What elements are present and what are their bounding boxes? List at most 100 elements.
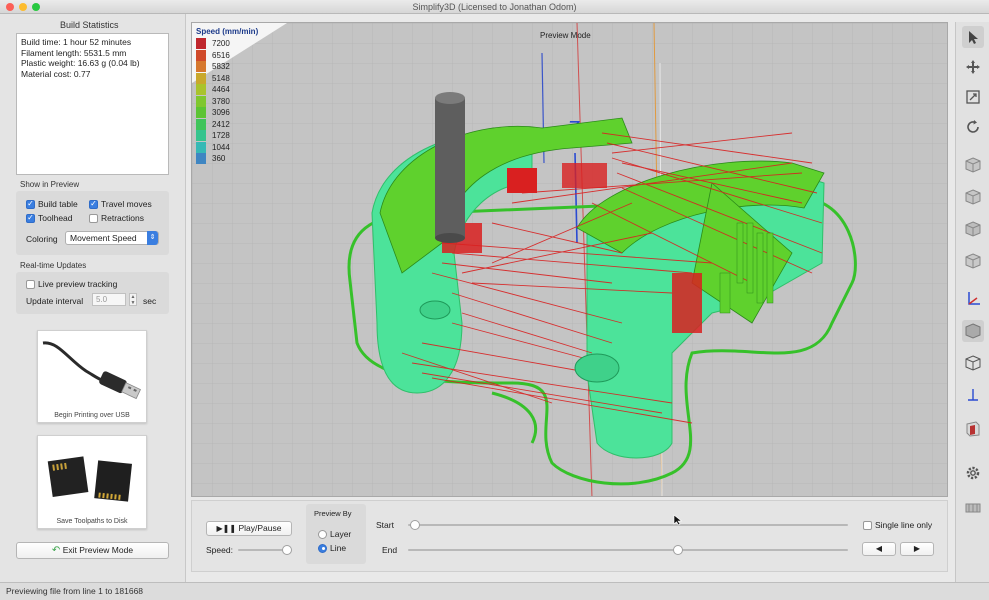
legend-row: 1728 — [196, 130, 258, 142]
check-icon: ✓ — [26, 213, 35, 223]
legend-swatch — [196, 61, 206, 73]
preview-by-group: Preview By Layer Line — [306, 504, 366, 564]
layer-radio[interactable]: Layer — [318, 529, 351, 539]
start-slider-knob[interactable] — [410, 520, 420, 530]
settings-button[interactable] — [962, 462, 984, 484]
show-in-preview-group: ✓ Build table ✓ Travel moves ✓ Toolhead Ret… — [16, 191, 169, 255]
scale-tool[interactable] — [962, 86, 984, 108]
stat-material-cost: Material cost: 0.77 — [21, 68, 91, 79]
cube-icon — [965, 157, 981, 173]
speed-legend: Speed (mm/min) 7200 6516 5832 5148 4464 3780 3… — [196, 27, 258, 165]
start-slider[interactable] — [408, 520, 848, 530]
legend-value: 3096 — [212, 108, 230, 118]
exit-preview-button[interactable]: ↶ Exit Preview Mode — [16, 542, 169, 559]
legend-swatch — [196, 107, 206, 119]
axes-toggle[interactable] — [962, 288, 984, 310]
speed-slider-knob[interactable] — [282, 545, 292, 555]
minimize-icon[interactable] — [19, 3, 27, 11]
title-bar: Simplify3D (Licensed to Jonathan Odom) — [0, 0, 989, 14]
live-tracking-checkbox[interactable]: Live preview tracking — [26, 279, 117, 289]
close-icon[interactable] — [6, 3, 14, 11]
build-stats-box: Build time: 1 hour 52 minutes Filament l… — [16, 33, 169, 175]
legend-value: 1728 — [212, 131, 230, 141]
legend-value: 7200 — [212, 39, 230, 49]
legend-row: 4464 — [196, 84, 258, 96]
scale-icon — [966, 90, 980, 104]
back-arrow-icon: ↶ — [51, 545, 61, 556]
legend-row: 3780 — [196, 95, 258, 108]
axes-icon — [968, 292, 980, 305]
app-window: Simplify3D (Licensed to Jonathan Odom) B… — [0, 0, 989, 600]
legend-swatch — [196, 95, 206, 107]
show-in-preview-title: Show in Preview — [20, 180, 80, 189]
legend-swatch — [196, 118, 206, 130]
legend-value: 5148 — [212, 73, 230, 83]
legend-title: Speed (mm/min) — [196, 27, 259, 36]
rotate-tool[interactable] — [962, 116, 984, 138]
cross-section-icon — [966, 421, 980, 437]
play-pause-button[interactable]: ▶❚❚ Play/Pause — [206, 521, 292, 536]
legend-row: 6516 — [196, 49, 258, 62]
toolhead-checkbox[interactable]: ✓ Toolhead — [26, 213, 73, 223]
legend-rows: 7200 6516 5832 5148 4464 3780 3096 2412 1728 1044… — [196, 38, 258, 165]
legend-swatch — [196, 141, 206, 153]
view-iso-button[interactable] — [962, 154, 984, 176]
retractions-checkbox[interactable]: Retractions — [89, 213, 144, 223]
play-pause-icon: ▶❚❚ — [216, 524, 237, 533]
legend-row: 3096 — [196, 107, 258, 119]
view-front-button[interactable] — [962, 186, 984, 208]
usb-cable-icon — [42, 341, 141, 400]
sd-card-icon — [47, 456, 132, 502]
build-plate-button[interactable] — [962, 496, 984, 518]
legend-row: 5832 — [196, 61, 258, 73]
start-label: Start — [376, 520, 394, 530]
legend-row: 7200 — [196, 38, 258, 50]
wireframe-view-toggle[interactable] — [962, 352, 984, 374]
cube-left-icon — [965, 221, 981, 237]
right-toolbar — [955, 22, 989, 582]
update-interval-input[interactable]: 5.0 — [92, 293, 126, 306]
move-tool[interactable] — [962, 56, 984, 78]
coloring-label: Coloring — [26, 234, 58, 244]
prev-step-button[interactable]: ◀ — [862, 542, 896, 556]
maximize-icon[interactable] — [32, 3, 40, 11]
interval-unit: sec — [143, 296, 157, 306]
interval-stepper[interactable]: ▲ ▼ — [129, 293, 137, 306]
end-slider-knob[interactable] — [673, 545, 683, 555]
gear-icon — [966, 466, 980, 480]
usb-card-caption: Begin Printing over USB — [54, 412, 130, 419]
next-step-button[interactable]: ▶ — [900, 542, 934, 556]
line-radio[interactable]: Line — [318, 543, 346, 553]
legend-value: 3780 — [212, 96, 230, 106]
solid-view-toggle[interactable] — [962, 320, 984, 342]
check-icon: ✓ — [26, 199, 35, 209]
realtime-title: Real-time Updates — [20, 261, 87, 270]
window-title: Simplify3D (Licensed to Jonathan Odom) — [412, 2, 577, 12]
legend-swatch — [196, 38, 206, 50]
legend-row: 360 — [196, 153, 258, 165]
axis-indicator-toggle[interactable] — [962, 384, 984, 406]
view-right-button[interactable] — [962, 250, 984, 272]
select-tool[interactable] — [962, 26, 984, 48]
end-slider[interactable] — [408, 545, 848, 555]
speed-slider[interactable] — [238, 545, 292, 555]
single-line-checkbox[interactable]: Single line only — [863, 520, 932, 530]
build-stats-title: Build Statistics — [60, 20, 119, 30]
legend-value: 1044 — [212, 142, 230, 152]
travel-moves-checkbox[interactable]: ✓ Travel moves — [89, 199, 152, 209]
stat-plastic-weight: Plastic weight: 16.63 g (0.04 lb) — [21, 58, 140, 68]
coloring-select[interactable]: Movement Speed ⇕ — [65, 231, 159, 245]
mouse-cursor-icon — [673, 514, 683, 528]
sd-save-card[interactable]: Save Toolpaths to Disk — [37, 435, 147, 529]
toolpath-render: Z — [192, 23, 947, 496]
usb-print-card[interactable]: Begin Printing over USB — [37, 330, 147, 423]
cross-section-toggle[interactable] — [962, 418, 984, 440]
solid-cube-icon — [965, 323, 981, 339]
build-table-checkbox[interactable]: ✓ Build table — [26, 199, 78, 209]
build-plate-icon — [965, 503, 981, 513]
legend-swatch — [196, 153, 206, 165]
update-interval-label: Update interval — [26, 296, 84, 306]
move-arrows-icon — [966, 60, 980, 74]
view-left-button[interactable] — [962, 218, 984, 240]
3d-viewport[interactable]: Z — [191, 22, 948, 497]
